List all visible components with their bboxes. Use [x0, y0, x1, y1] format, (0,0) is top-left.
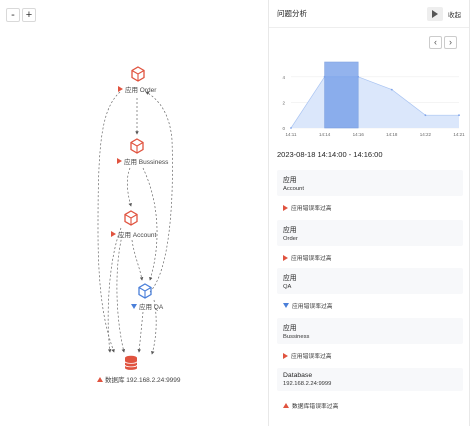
- alert-triangle-icon: [283, 204, 288, 211]
- alert-triangle-icon: [283, 254, 288, 261]
- x-tick-label: 14:22: [420, 132, 432, 137]
- panel-header: 问题分析 收起: [269, 0, 469, 28]
- issue-alert: 应用错误率过高: [283, 203, 332, 212]
- issue-card-name: Account: [283, 186, 304, 192]
- issue-card-type: Database: [283, 372, 313, 379]
- issue-card-type: 应用: [283, 177, 297, 184]
- issue-chart[interactable]: 0 2 4 14:11 14:14 14:16 14:18 14:22 14:21: [277, 58, 467, 142]
- issue-card-name: Order: [283, 236, 298, 242]
- node-order-label[interactable]: 应用 Order: [118, 84, 156, 94]
- info-triangle-icon: [131, 303, 137, 309]
- node-bussiness-text: 应用 Bussiness: [124, 159, 169, 166]
- y-tick-label: 4: [282, 75, 285, 80]
- issue-card[interactable]: 应用 Bussiness: [277, 318, 463, 344]
- issue-alert-text: 应用错误率过高: [291, 256, 332, 262]
- edge-account-db-2: [107, 227, 122, 353]
- issue-card-type: 应用: [283, 275, 297, 282]
- data-point: [357, 75, 360, 78]
- issue-alert: 数据库错误率过高: [283, 401, 338, 410]
- x-tick-label: 14:21: [453, 132, 465, 137]
- issue-card-name: Bussiness: [283, 334, 310, 340]
- data-point: [424, 114, 427, 117]
- node-order-text: 应用 Order: [125, 87, 157, 94]
- issue-card[interactable]: 应用 Account: [277, 170, 463, 196]
- warning-triangle-icon: [117, 158, 122, 164]
- issue-alert-text: 应用错误率过高: [291, 354, 332, 360]
- warning-triangle-icon: [111, 231, 116, 237]
- x-tick-label: 14:18: [386, 132, 398, 137]
- cube-icon[interactable]: [123, 210, 139, 226]
- edge-qa-db: [137, 311, 144, 353]
- y-tick-label: 0: [282, 126, 285, 131]
- play-button[interactable]: [427, 6, 443, 21]
- issue-alert-text: 数据库错误率过高: [292, 404, 339, 410]
- cube-icon[interactable]: [129, 138, 145, 154]
- y-tick-label: 2: [282, 100, 285, 105]
- analysis-panel: 问题分析 收起 ‹ › 0 2 4 14:11 14:14 14:16 14:18 14:22…: [268, 0, 470, 426]
- stage: - + 应用 Order 应用 Bussiness 应用 Account 应用 …: [0, 0, 474, 426]
- node-qa-label[interactable]: 应用 QA: [131, 301, 163, 311]
- panel-title: 问题分析: [277, 9, 307, 18]
- chart-nav: ‹ ›: [429, 36, 457, 49]
- node-db-label[interactable]: 数据库 192.168.2.24:9999: [97, 374, 181, 384]
- issue-alert-text: 应用错误率过高: [292, 304, 333, 310]
- edge-qa-order: [145, 91, 173, 293]
- issue-card-type: 应用: [283, 227, 297, 234]
- x-tick-label: 14:16: [353, 132, 365, 137]
- warning-triangle-icon: [118, 86, 123, 92]
- issue-card-name: 192.168.2.24:9999: [283, 381, 332, 387]
- alert-triangle-icon: [283, 303, 289, 308]
- edge-bussiness-account: [126, 167, 132, 207]
- collapse-button[interactable]: 收起: [448, 9, 461, 19]
- x-tick-label: 14:14: [319, 132, 331, 137]
- cube-icon[interactable]: [130, 66, 146, 82]
- node-db-text: 数据库 192.168.2.24:9999: [105, 377, 181, 384]
- topology-graph: 应用 Order 应用 Bussiness 应用 Account 应用 QA 数…: [0, 0, 268, 426]
- data-point: [458, 114, 460, 117]
- warning-triangle-icon: [97, 376, 103, 382]
- issue-alert: 应用错误率过高: [283, 301, 333, 310]
- prev-button[interactable]: ‹: [429, 36, 442, 49]
- issue-card-name: QA: [283, 284, 292, 290]
- edge-bussiness-qa: [142, 167, 158, 281]
- play-icon: [432, 9, 438, 18]
- issue-alert-text: 应用错误率过高: [291, 206, 332, 212]
- time-range: 2023-08-18 14:14:00 - 14:16:00: [277, 150, 383, 159]
- alert-triangle-icon: [283, 352, 288, 359]
- edge-order-db: [97, 91, 121, 353]
- alert-triangle-icon: [283, 403, 289, 408]
- data-point: [290, 127, 292, 129]
- data-point: [323, 75, 326, 78]
- node-account-text: 应用 Account: [118, 232, 157, 239]
- database-icon[interactable]: [124, 355, 138, 371]
- issue-alert: 应用错误率过高: [283, 253, 332, 262]
- node-account-label[interactable]: 应用 Account: [111, 229, 156, 239]
- edge-account-qa: [131, 239, 144, 281]
- issue-card[interactable]: 应用 QA: [277, 268, 463, 294]
- data-point: [390, 88, 393, 91]
- issue-card[interactable]: 应用 Order: [277, 220, 463, 246]
- x-tick-label: 14:11: [286, 132, 297, 137]
- highlight-band: [324, 61, 359, 129]
- issue-alert: 应用错误率过高: [283, 351, 332, 360]
- issue-card[interactable]: Database 192.168.2.24:9999: [277, 368, 463, 391]
- next-button[interactable]: ›: [444, 36, 457, 49]
- edge-account-db: [116, 235, 126, 353]
- cube-icon[interactable]: [137, 283, 153, 299]
- node-bussiness-label[interactable]: 应用 Bussiness: [117, 156, 168, 166]
- node-qa-text: 应用 QA: [139, 304, 164, 311]
- issue-card-type: 应用: [283, 325, 297, 332]
